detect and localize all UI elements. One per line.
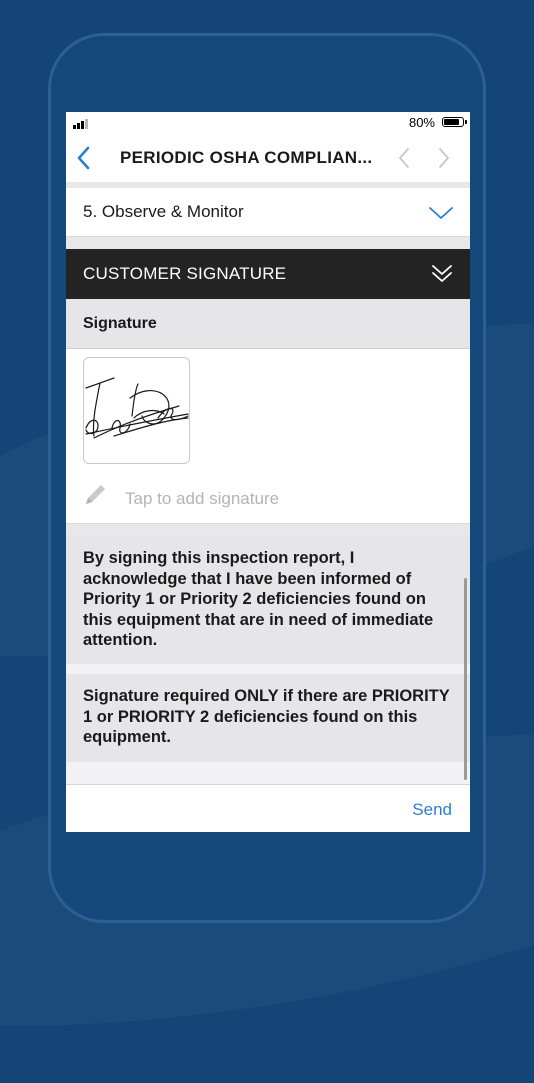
next-chevron-icon[interactable] [436, 146, 452, 170]
section-spacer [66, 762, 470, 784]
signature-thumbnail[interactable] [83, 357, 190, 464]
chevron-down-icon [429, 207, 453, 219]
battery-icon [442, 117, 467, 127]
requirement-text: Signature required ONLY if there are PRI… [83, 687, 450, 746]
send-button[interactable]: Send [412, 800, 452, 820]
section-observe-monitor[interactable]: 5. Observe & Monitor [66, 188, 470, 237]
app-screen: 80% PERIODIC OSHA COMPLIAN... 5. Observe… [66, 112, 470, 832]
double-chevron-down-icon [432, 265, 452, 282]
signature-area: Tap to add signature [66, 349, 470, 523]
scrollbar[interactable] [464, 578, 467, 780]
section-label: 5. Observe & Monitor [83, 202, 244, 221]
customer-signature-header[interactable]: CUSTOMER SIGNATURE [66, 249, 470, 299]
pencil-icon[interactable] [82, 482, 108, 508]
battery-percent: 80% [408, 115, 435, 130]
requirement-notice: Signature required ONLY if there are PRI… [66, 674, 470, 762]
back-chevron-icon[interactable] [74, 144, 94, 172]
section-spacer [66, 237, 470, 249]
customer-signature-label: CUSTOMER SIGNATURE [83, 264, 287, 283]
acknowledgement-notice: By signing this inspection report, I ack… [66, 536, 470, 664]
signal-icon [73, 119, 93, 129]
app-background: { "status_bar": { "battery_percent": "80… [0, 0, 534, 950]
section-spacer [66, 523, 470, 536]
previous-chevron-icon[interactable] [396, 146, 412, 170]
signature-image [85, 377, 189, 439]
footer-bar: Send [66, 784, 470, 832]
add-signature-prompt[interactable]: Tap to add signature [125, 489, 279, 509]
signature-label: Signature [83, 315, 157, 332]
section-spacer [66, 664, 470, 674]
nav-bar: PERIODIC OSHA COMPLIAN... [66, 134, 470, 183]
signature-label-row: Signature [66, 299, 470, 349]
status-bar: 80% [66, 112, 470, 134]
page-title: PERIODIC OSHA COMPLIAN... [120, 148, 373, 167]
acknowledgement-text: By signing this inspection report, I ack… [83, 549, 434, 649]
